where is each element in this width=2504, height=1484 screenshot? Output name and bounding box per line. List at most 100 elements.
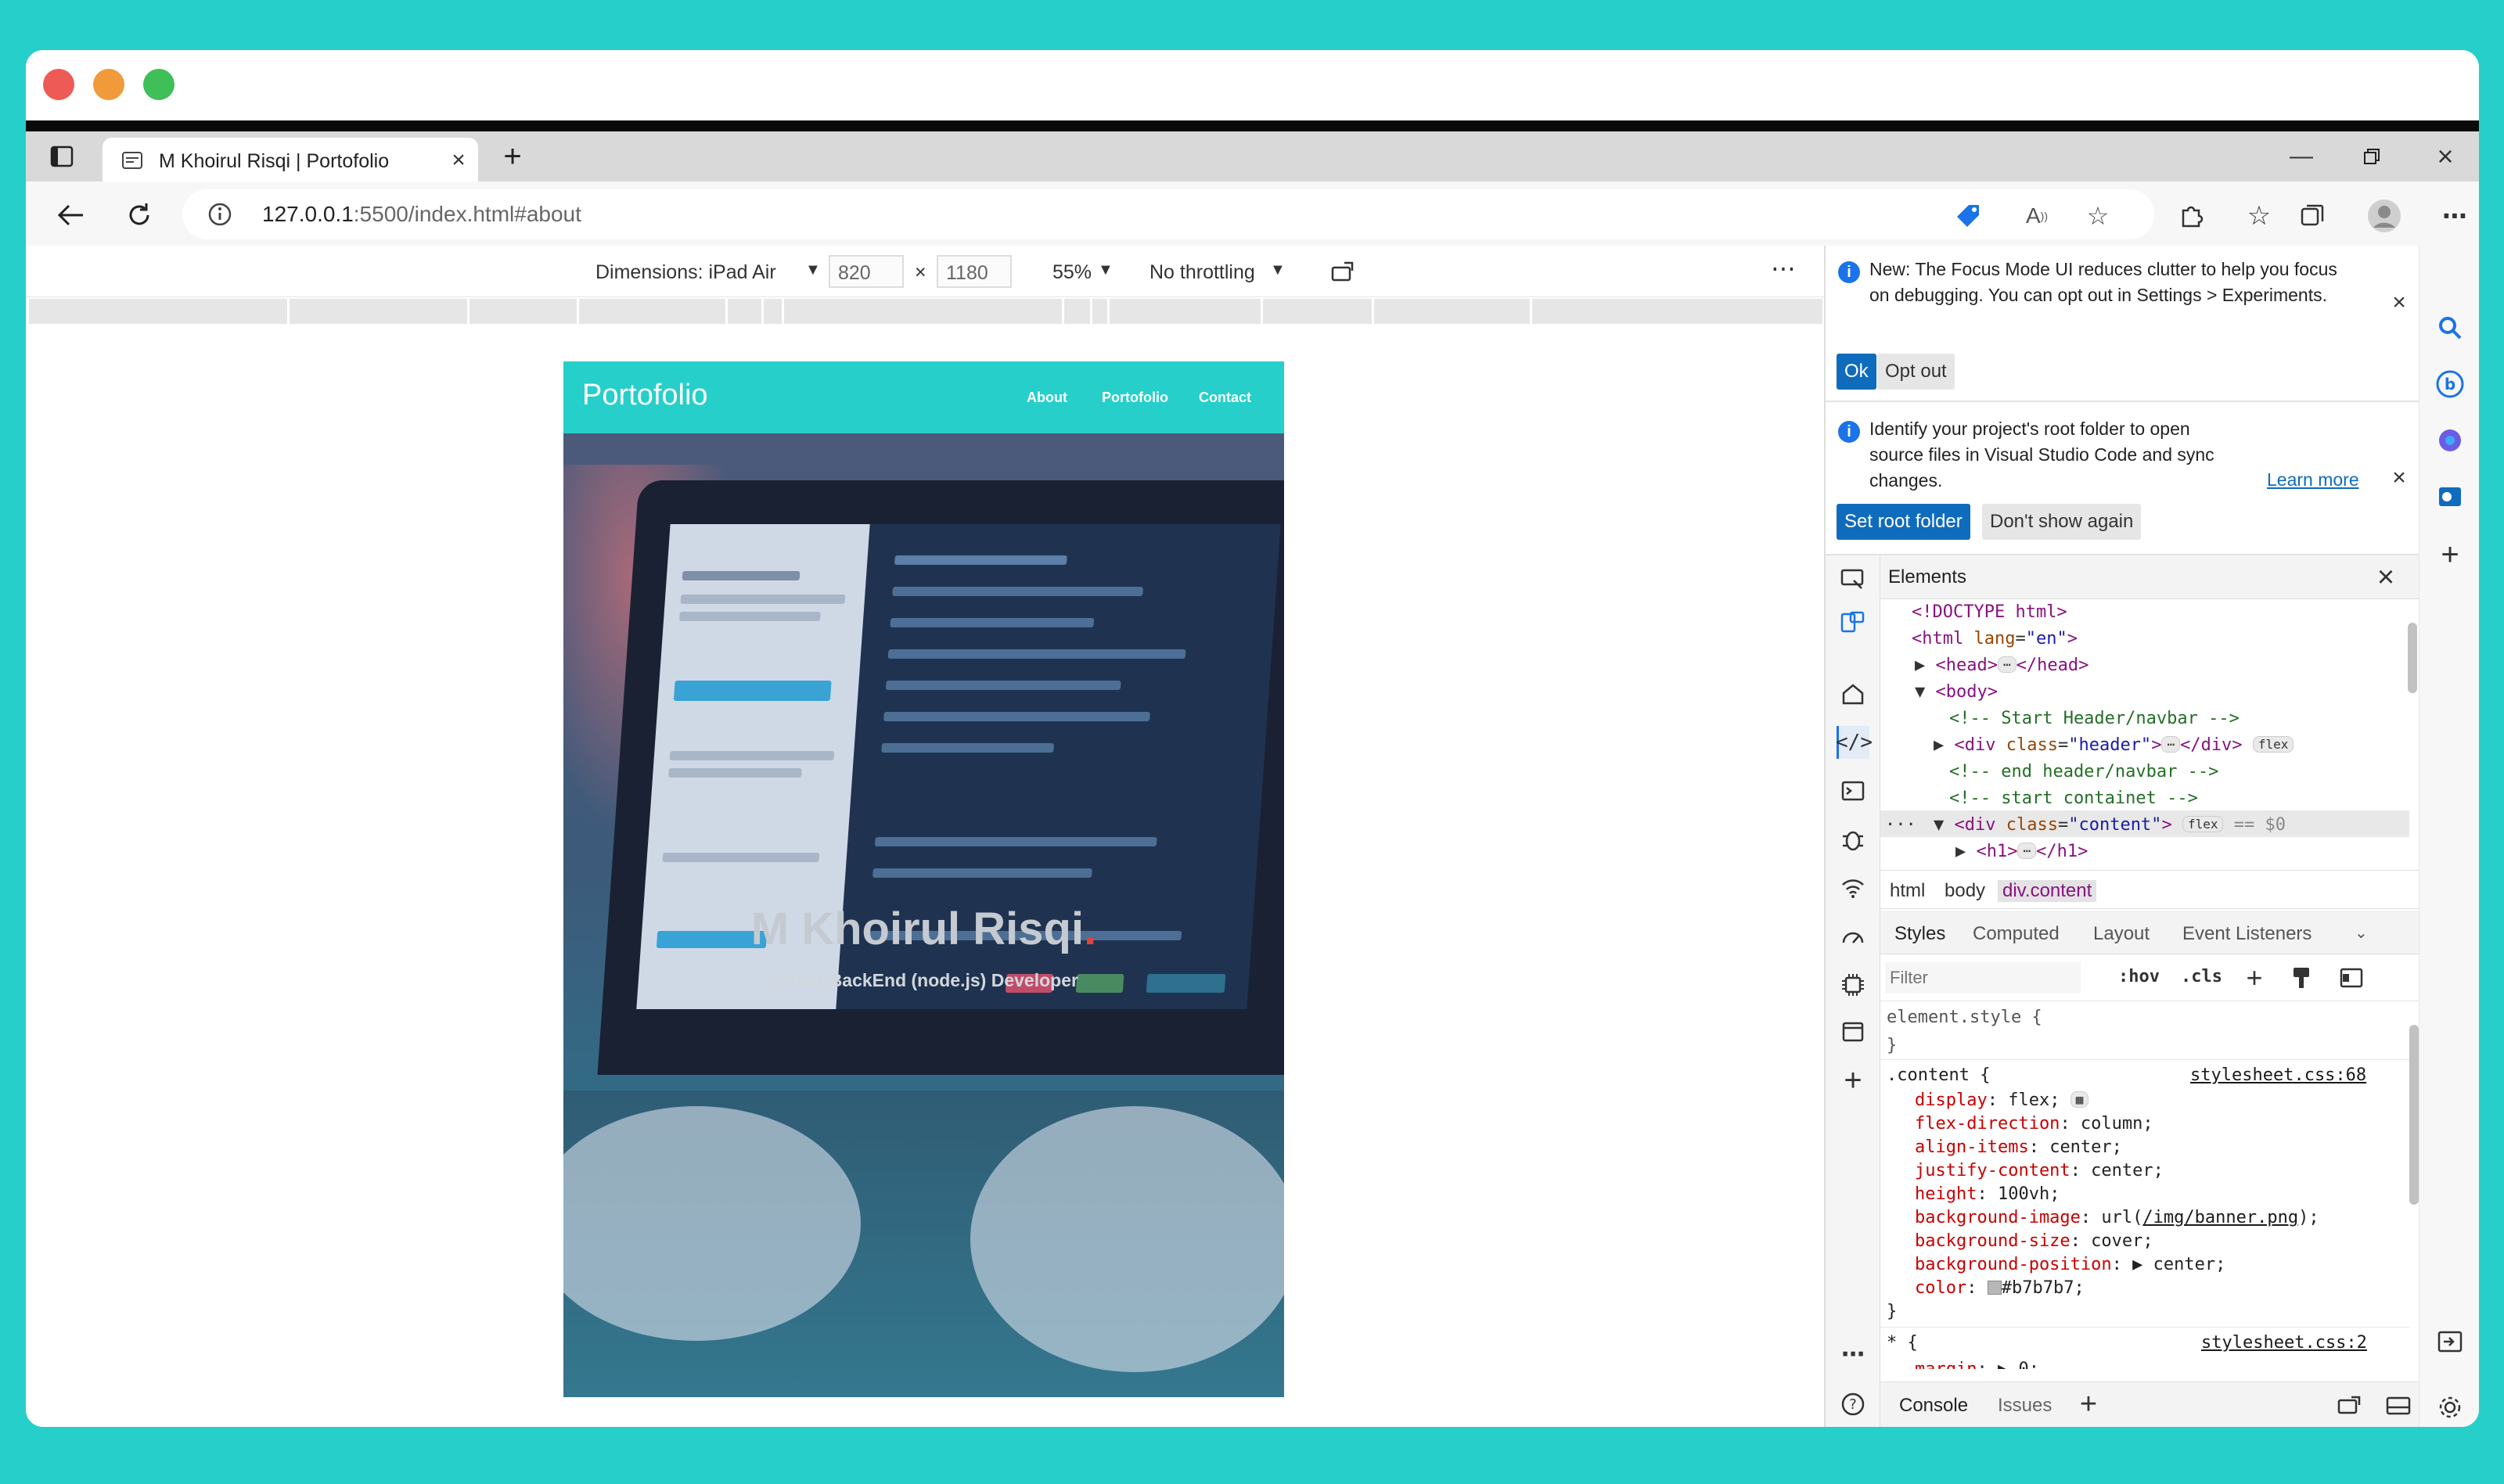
hide-sidebar-icon[interactable] xyxy=(2434,1325,2466,1358)
new-rule-plus-icon[interactable]: + xyxy=(2240,961,2268,994)
set-root-folder-button[interactable]: Set root folder xyxy=(1837,504,1970,540)
profile-avatar[interactable] xyxy=(2365,197,2403,235)
restore-window-icon[interactable] xyxy=(2356,141,2387,172)
collections-icon[interactable] xyxy=(2295,199,2330,233)
help-icon[interactable]: ? xyxy=(1837,1388,1869,1421)
dock-icon[interactable] xyxy=(2336,1392,2364,1420)
inspect-icon[interactable] xyxy=(1837,563,1869,596)
outlook-icon[interactable] xyxy=(2434,480,2466,513)
breadcrumb: html body div.content xyxy=(1880,870,2420,909)
cls-toggle[interactable]: .cls xyxy=(2181,967,2222,986)
device-toolbar: Dimensions: iPad Air ▼ 820 × 1180 55% ▼ … xyxy=(26,246,1824,297)
add-tab-plus-icon[interactable]: + xyxy=(2073,1388,2104,1421)
chevron-down-icon[interactable]: ▼ xyxy=(1270,261,1286,279)
nav-link-contact[interactable]: Contact xyxy=(1199,390,1251,406)
minimize-window-icon[interactable]: — xyxy=(2286,141,2317,172)
tab-console[interactable]: Console xyxy=(1899,1395,1968,1417)
filter-input[interactable] xyxy=(1885,962,2081,994)
favorite-add-icon[interactable]: ☆ xyxy=(2082,200,2114,232)
device-more-icon[interactable]: ⋯ xyxy=(1771,253,1796,283)
chevron-down-icon[interactable]: ▼ xyxy=(1098,261,1113,279)
site-header: Portofolio About Portofolio Contact xyxy=(563,361,1284,433)
rotate-icon[interactable] xyxy=(1328,257,1359,288)
page-icon xyxy=(120,149,145,172)
height-input[interactable]: 1180 xyxy=(937,255,1012,288)
more-icon[interactable]: ⋯ xyxy=(1837,1338,1869,1371)
tab-issues[interactable]: Issues xyxy=(1998,1395,2052,1417)
tag-icon[interactable] xyxy=(1952,200,1984,232)
nav-link-about[interactable]: About xyxy=(1027,390,1067,406)
close-icon[interactable]: × xyxy=(2387,289,2411,315)
add-sidebar-plus-icon[interactable]: + xyxy=(2434,537,2466,572)
drawer-toggle-icon[interactable] xyxy=(2384,1392,2412,1420)
dimensions-select[interactable]: Dimensions: iPad Air xyxy=(595,261,776,284)
back-icon[interactable] xyxy=(52,197,88,233)
refresh-icon[interactable] xyxy=(121,197,157,233)
hero-subtitle: Junior BackEnd (node.js) Developer xyxy=(769,970,1078,990)
dont-show-again-button[interactable]: Don't show again xyxy=(1982,504,2142,540)
read-aloud-icon[interactable]: A)) xyxy=(2021,200,2052,232)
tab-event-listeners[interactable]: Event Listeners xyxy=(2182,923,2312,945)
width-input[interactable]: 820 xyxy=(829,255,904,288)
media-query-ruler[interactable] xyxy=(29,299,1822,324)
crumb-div-content[interactable]: div.content xyxy=(1998,880,2097,902)
close-dot[interactable] xyxy=(43,69,74,100)
hero-title: M Khoirul Risqi. xyxy=(563,903,1284,955)
console-tool-icon[interactable] xyxy=(1837,774,1869,807)
scrollbar[interactable] xyxy=(2409,1025,2419,1205)
hero-name: M Khoirul Risqi xyxy=(750,904,1085,954)
crumb-body[interactable]: body xyxy=(1945,880,1985,902)
search-icon[interactable] xyxy=(2434,311,2466,344)
tab-computed[interactable]: Computed xyxy=(1973,923,2060,945)
favorites-icon[interactable]: ☆ xyxy=(2242,199,2276,233)
gear-icon[interactable] xyxy=(2434,1391,2466,1424)
new-tab-icon[interactable]: + xyxy=(495,139,530,174)
notice-line: New: The Focus Mode UI reduces clutter t… xyxy=(1869,259,2337,279)
debugger-bug-icon[interactable] xyxy=(1837,823,1869,856)
elements-tool-icon[interactable]: </> xyxy=(1836,726,1873,759)
device-emulation-icon[interactable] xyxy=(1837,605,1869,638)
application-window-icon[interactable] xyxy=(1837,1015,1869,1048)
copilot-icon[interactable] xyxy=(2434,424,2466,457)
address-bar[interactable]: 127.0.0.1:5500/index.html#about A)) ☆ xyxy=(182,189,2154,239)
node-dots[interactable]: ··· xyxy=(1885,815,1916,835)
device-viewport: Portofolio About Portofolio Contact M Kh… xyxy=(26,324,1822,1427)
close-window-icon[interactable]: × xyxy=(2430,140,2461,172)
site-logo[interactable]: Portofolio xyxy=(582,379,708,412)
tab-portfolio[interactable]: M Khoirul Risqi | Portofolio × xyxy=(103,138,478,181)
sidebar-toggle-icon[interactable] xyxy=(2337,964,2365,992)
learn-more-link[interactable]: Learn more xyxy=(2267,469,2359,490)
minimize-dot[interactable] xyxy=(93,69,124,100)
dom-tree[interactable]: <!DOCTYPE html> <html lang="en"> ▶ <head… xyxy=(1880,599,2420,870)
tab-actions-icon[interactable] xyxy=(46,142,77,171)
svg-text:b: b xyxy=(2445,375,2455,393)
scrollbar[interactable] xyxy=(2408,623,2417,693)
close-icon[interactable]: × xyxy=(2387,465,2411,490)
opt-out-button[interactable]: Opt out xyxy=(1877,354,1955,390)
tab-styles[interactable]: Styles xyxy=(1894,923,1945,945)
chevron-down-icon[interactable]: ▼ xyxy=(805,261,821,279)
extensions-icon[interactable] xyxy=(2175,199,2209,233)
chevron-down-icon[interactable]: ⌄ xyxy=(2355,923,2368,943)
edge-sidebar: b + xyxy=(2419,246,2479,1427)
hov-toggle[interactable]: :hov xyxy=(2118,967,2160,986)
close-tab-icon[interactable]: × xyxy=(447,147,470,173)
zoom-select[interactable]: 55% xyxy=(1052,261,1092,284)
memory-chip-icon[interactable] xyxy=(1837,968,1869,1001)
throttling-select[interactable]: No throttling xyxy=(1149,261,1255,284)
ok-button[interactable]: Ok xyxy=(1837,354,1876,390)
performance-gauge-icon[interactable] xyxy=(1837,920,1869,953)
tab-layout[interactable]: Layout xyxy=(2093,923,2150,945)
bing-icon[interactable]: b xyxy=(2434,368,2466,401)
nav-link-portofolio[interactable]: Portofolio xyxy=(1102,390,1168,406)
site-info-icon[interactable] xyxy=(206,200,234,228)
style-rules[interactable]: element.style { } .content { stylesheet.… xyxy=(1880,1001,2409,1369)
crumb-html[interactable]: html xyxy=(1890,880,1925,902)
settings-more-icon[interactable]: ⋯ xyxy=(2437,199,2472,233)
paint-icon[interactable] xyxy=(2287,964,2315,992)
close-icon[interactable]: × xyxy=(2372,561,2400,594)
network-wifi-icon[interactable] xyxy=(1837,871,1869,904)
home-icon[interactable] xyxy=(1837,677,1869,710)
more-tools-plus-icon[interactable]: + xyxy=(1837,1063,1869,1098)
maximize-dot[interactable] xyxy=(143,69,174,100)
